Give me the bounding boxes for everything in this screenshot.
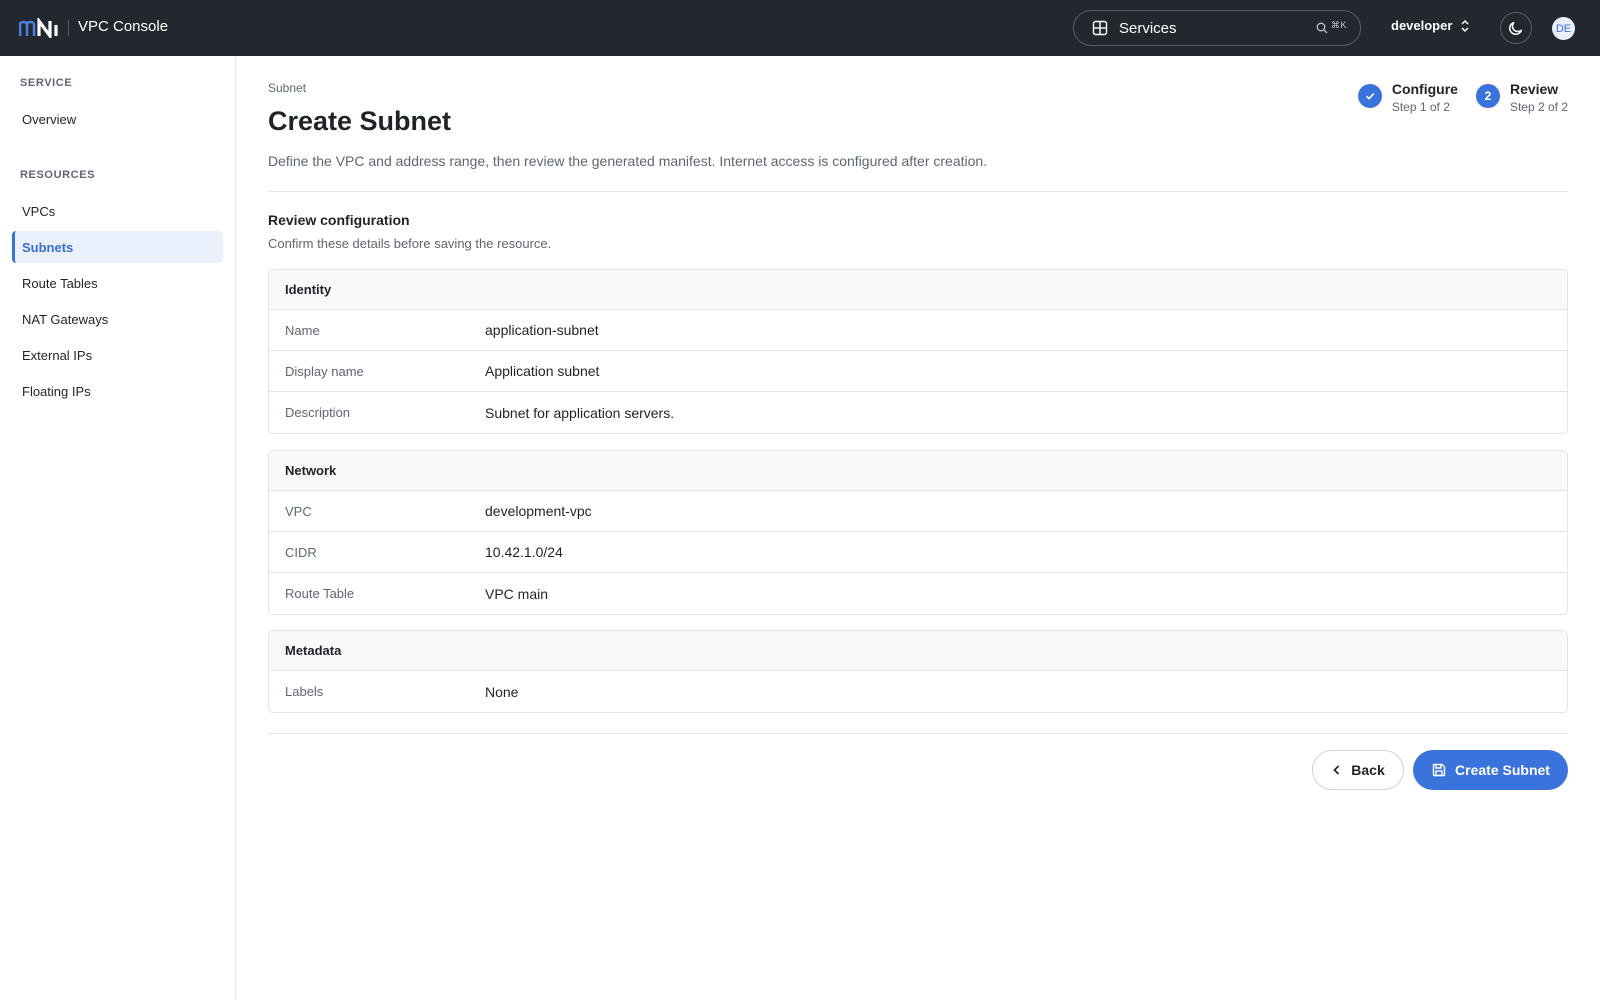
table-row: Description Subnet for application serve… [269, 392, 1567, 433]
create-subnet-label: Create Subnet [1455, 762, 1550, 778]
page-description: Define the VPC and address range, then r… [268, 153, 988, 169]
chevron-up-down-icon [1461, 19, 1469, 32]
brand-logo[interactable] [19, 14, 65, 42]
field-label: CIDR [285, 544, 317, 560]
sidebar-item-route-tables[interactable]: Route Tables [12, 267, 223, 299]
step-subtitle: Step 2 of 2 [1509, 100, 1568, 114]
table-row: Name application-subnet [269, 310, 1567, 351]
sidebar-item-vpcs[interactable]: VPCs [12, 195, 223, 227]
app-title: VPC Console [78, 18, 169, 35]
network-card: Network VPC development-vpc CIDR 10.42.1… [268, 450, 1568, 615]
step-complete-badge [1357, 84, 1382, 108]
back-label: Back [1351, 762, 1385, 778]
theme-toggle-button[interactable] [1500, 12, 1532, 44]
field-label: Display name [285, 363, 364, 379]
field-value: development-vpc [485, 503, 592, 519]
identity-card: Identity Name application-subnet Display… [268, 269, 1568, 434]
sidebar: SERVICE Overview RESOURCES VPCs Subnets … [0, 56, 236, 1000]
section-subtitle: Confirm these details before saving the … [268, 236, 552, 251]
field-label: VPC [285, 503, 312, 519]
check-icon [1365, 93, 1375, 100]
save-icon [1432, 763, 1446, 777]
search-icon [1316, 22, 1328, 34]
field-value: Application subnet [485, 363, 600, 379]
divider [268, 733, 1568, 734]
top-bar: VPC Console Services ⌘K developer DE [0, 0, 1600, 56]
sidebar-item-subnets[interactable]: Subnets [12, 231, 223, 263]
field-value: Subnet for application servers. [485, 404, 675, 421]
table-row: CIDR 10.42.1.0/24 [269, 532, 1567, 573]
back-button[interactable]: Back [1312, 750, 1404, 790]
sidebar-item-overview[interactable]: Overview [12, 103, 223, 135]
moon-icon [1509, 21, 1523, 35]
step-subtitle: Step 1 of 2 [1391, 100, 1450, 114]
card-title: Metadata [269, 631, 1567, 671]
field-label: Route Table [285, 586, 355, 601]
sidebar-item-external-ips[interactable]: External IPs [12, 339, 223, 371]
table-row: VPC development-vpc [269, 491, 1567, 532]
breadcrumb[interactable]: Subnet [268, 81, 306, 95]
services-search[interactable]: Services ⌘K [1073, 10, 1361, 46]
field-label: Labels [285, 684, 324, 699]
stepper: Configure Step 1 of 2 2 Review Step 2 of… [1357, 80, 1568, 116]
services-label: Services [1119, 20, 1177, 37]
create-subnet-button[interactable]: Create Subnet [1413, 750, 1568, 790]
table-row: Display name Application subnet [269, 351, 1567, 392]
card-title: Network [269, 451, 1567, 491]
step-title: Review [1509, 81, 1559, 97]
field-value: VPC main [485, 585, 549, 602]
step-number-badge: 2 [1475, 84, 1500, 108]
sidebar-item-nat-gateways[interactable]: NAT Gateways [12, 303, 223, 335]
sidebar-heading-service: SERVICE [20, 77, 73, 89]
table-row: Route Table VPC main [269, 573, 1567, 614]
divider [268, 191, 1568, 192]
project-selector[interactable]: developer [1391, 18, 1470, 33]
field-label: Name [285, 322, 320, 338]
field-label: Description [285, 405, 351, 420]
step-title: Configure [1391, 81, 1458, 97]
field-value: 10.42.1.0/24 [485, 544, 563, 560]
section-title: Review configuration [268, 212, 410, 228]
keyboard-shortcut: ⌘K [1331, 20, 1348, 30]
table-row: Labels None [269, 671, 1567, 712]
logo-mark-icon [19, 18, 58, 38]
field-value: None [485, 683, 519, 700]
logo-divider [68, 20, 69, 36]
avatar[interactable]: DE [1552, 17, 1575, 40]
sidebar-heading-resources: RESOURCES [20, 169, 96, 181]
metadata-card: Metadata Labels None [268, 630, 1568, 713]
page-title: Create Subnet [268, 106, 452, 136]
step-configure[interactable]: Configure Step 1 of 2 [1357, 80, 1458, 116]
step-review: 2 Review Step 2 of 2 [1475, 80, 1568, 116]
field-value: application-subnet [485, 322, 599, 338]
card-title: Identity [269, 270, 1567, 310]
grid-icon [1092, 20, 1108, 36]
chevron-left-icon [1333, 765, 1340, 775]
project-name: developer [1391, 18, 1453, 33]
sidebar-item-floating-ips[interactable]: Floating IPs [12, 375, 223, 407]
